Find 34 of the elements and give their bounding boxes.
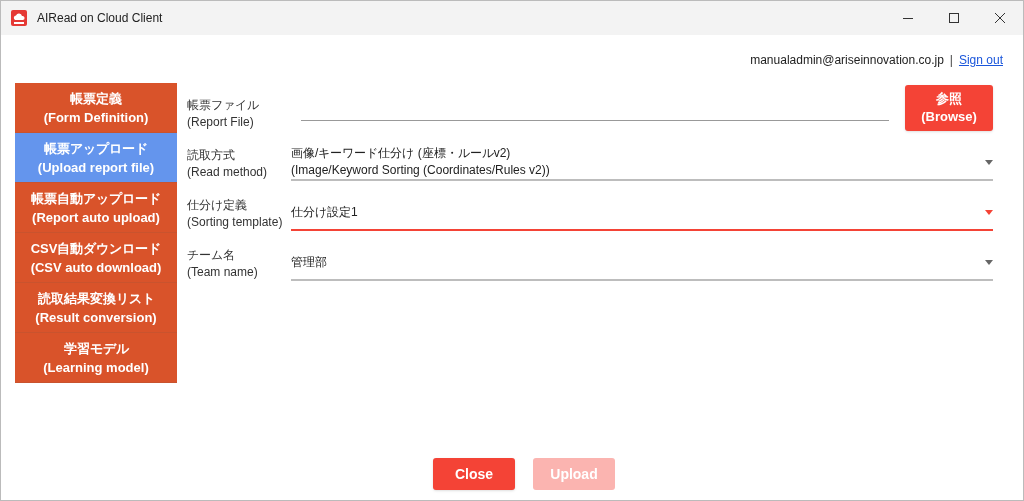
dropdown-caret-icon[interactable]: [985, 209, 993, 215]
dropdown-value: 管理部: [291, 253, 327, 271]
dropdown-value-subtext: (Image/Keyword Sorting (Coordinates/Rules v2)): [291, 162, 550, 179]
separator: |: [949, 52, 953, 69]
field-label: 帳票ファイル: [187, 97, 260, 114]
sidebar-item[interactable]: 学習モデル (Learning model): [15, 333, 177, 383]
maximize-icon: [949, 13, 959, 23]
dropdown-caret-icon[interactable]: [985, 259, 993, 265]
dropdown-caret-icon[interactable]: [985, 159, 993, 165]
dropdown-value: 仕分け設定1: [291, 203, 358, 221]
sign-out-link[interactable]: Sign out: [958, 51, 1003, 69]
field-sublabel: (Report File): [187, 114, 254, 131]
minimize-icon: [903, 17, 913, 19]
close-button[interactable]: Close: [433, 458, 515, 490]
dropdown-field[interactable]: 画像/キーワード仕分け (座標・ルールv2) (Image/Keyword Sorting (Coordinates/Rules v2)): [291, 145, 993, 181]
sidebar-item[interactable]: 読取結果変換リスト (Result conversion): [15, 283, 177, 333]
dropdown-field[interactable]: 管理部: [291, 245, 993, 281]
browse-button[interactable]: 参照 (Browse): [905, 85, 993, 131]
app-logo-icon: [11, 10, 27, 26]
field-label: チーム名: [187, 247, 236, 264]
user-email: manualadmin@ariseinnovation.co.jp: [750, 52, 944, 69]
sidebar-item[interactable]: 帳票アップロード (Upload report file): [15, 133, 177, 183]
sidebar-item[interactable]: 帳票定義 (Form Definition): [15, 83, 177, 133]
sidebar-item[interactable]: 帳票自動アップロード (Report auto upload): [15, 183, 177, 233]
window-title: AIRead on Cloud Client: [37, 10, 163, 27]
field-sublabel: (Team name): [187, 264, 258, 281]
field-label: 仕分け定義: [187, 197, 248, 214]
close-icon: [995, 13, 1005, 23]
dropdown-value: 画像/キーワード仕分け (座標・ルールv2): [291, 145, 512, 162]
field-label: 読取方式: [187, 147, 236, 164]
field-sublabel: (Sorting template): [187, 214, 283, 231]
sidebar-item[interactable]: CSV自動ダウンロード (CSV auto download): [15, 233, 177, 283]
field-sublabel: (Read method): [187, 164, 268, 181]
dropdown-field[interactable]: 仕分け設定1: [291, 195, 993, 231]
